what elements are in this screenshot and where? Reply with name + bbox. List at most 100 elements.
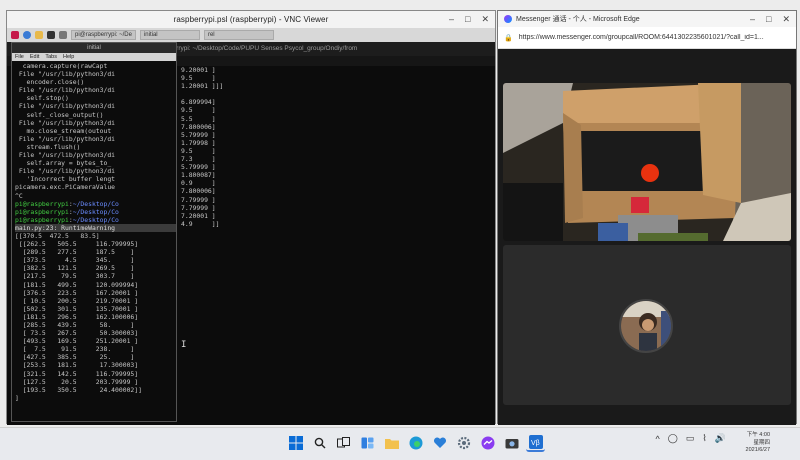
widgets-icon[interactable]	[358, 433, 377, 452]
terminal-line: [217.5 79.5 303.7 ]	[15, 272, 135, 281]
app-icon[interactable]	[59, 31, 67, 39]
terminal-line: File "/usr/lib/python3/di	[15, 167, 116, 176]
terminal-line: 9.5 ]	[181, 146, 216, 155]
health-app-icon[interactable]	[430, 433, 449, 452]
menu-edit[interactable]: Edit	[30, 53, 39, 61]
messenger-call-window[interactable]: Messenger 通话 - 个人 - Microsoft Edge – □ ✕…	[497, 10, 797, 440]
pi-top-panel: pi@raspberrypi: ~/De initial rel	[7, 28, 495, 42]
camera-app-icon[interactable]	[502, 433, 521, 452]
tray-overflow-icon[interactable]: ^	[656, 434, 660, 444]
terminal-line: 5.79999 ]	[181, 163, 216, 172]
edge-browser-icon[interactable]	[406, 433, 425, 452]
clock-date: 2021/6/27	[745, 447, 770, 453]
terminal-icon[interactable]	[47, 31, 55, 39]
terminal-line: File "/usr/lib/python3/di	[15, 102, 116, 111]
terminal-line: 1.79998 ]	[181, 138, 216, 147]
terminal-line: 7.3 ]	[181, 155, 216, 164]
taskbar: Vβ ^ ◯ ▭ ⌇ 🔊 下午 4:00 星期四 2021/6/27	[0, 427, 800, 460]
menu-file[interactable]: File	[15, 53, 24, 61]
tray-app-icon[interactable]: ◯	[668, 433, 678, 444]
pi-desktop: pi@raspberrypi: ~/Desktop/Code/PUPU Sens…	[7, 42, 495, 425]
back-terminal-output: 9.20001 ] 9.5 ] 1.20001 ]]] 6.899994] 9.5 ]…	[181, 66, 223, 228]
terminal-line: [321.5 142.5 116.799995]	[15, 369, 139, 378]
terminal-line: [ 7.5 91.5 238. ]	[15, 345, 135, 354]
terminal-line: [193.5 350.5 24.400002]]	[15, 385, 142, 394]
terminal-line: File "/usr/lib/python3/di	[15, 118, 116, 127]
messenger-logo-icon	[504, 15, 512, 23]
clock[interactable]: 下午 4:00 星期四 2021/6/27	[746, 432, 770, 455]
minimize-icon[interactable]: –	[750, 14, 755, 25]
terminal-line: [ 73.5 267.5 50.300003]	[15, 329, 139, 338]
task-view-icon[interactable]	[334, 433, 353, 452]
terminal-line: main.py:23: RuntimeWarning	[15, 223, 176, 232]
terminal-line: [285.5 439.5 58. ]	[15, 321, 135, 329]
panel-task-rel[interactable]: rel	[203, 30, 274, 40]
terminal-line: ^C	[15, 191, 23, 200]
menu-tabs[interactable]: Tabs	[45, 53, 57, 61]
clock-day: 星期四	[753, 439, 770, 446]
terminal-line: 7.800006]	[181, 122, 216, 131]
self-video-tile	[503, 245, 791, 405]
search-icon[interactable]	[310, 433, 329, 452]
terminal-line: 4.9 ]]	[181, 219, 220, 228]
raspberry-menu-icon[interactable]	[11, 31, 19, 39]
url-text[interactable]: https://www.messenger.com/groupcall/ROOM…	[519, 34, 790, 41]
terminal-line: camera.capture(rawCapt	[15, 62, 108, 70]
maximize-icon[interactable]: □	[766, 14, 771, 25]
terminal-line: [289.5 277.5 187.5 ]	[15, 248, 135, 257]
main-terminal-window[interactable]: initial File Edit Tabs Help camera.captu…	[11, 42, 177, 422]
messenger-taskbar-icon[interactable]	[478, 433, 497, 452]
terminal-line: File "/usr/lib/python3/di	[15, 70, 116, 79]
terminal-line: [493.5 169.5 251.20001 ]	[15, 337, 139, 346]
remote-video-image	[503, 83, 791, 241]
windows-start-icon[interactable]	[286, 433, 305, 452]
messenger-titlebar[interactable]: Messenger 通话 - 个人 - Microsoft Edge – □ ✕	[498, 11, 796, 27]
red-ball	[641, 164, 659, 182]
vnc-viewer-window[interactable]: raspberrypi.psl (raspberrypi) - VNC View…	[6, 10, 496, 425]
volume-icon[interactable]: 🔊	[715, 433, 726, 444]
terminal-line: [502.5 301.5 135.70001 ]	[15, 304, 139, 313]
terminal-line: [[262.5 505.5 116.799995]	[15, 240, 139, 249]
file-explorer-icon[interactable]	[382, 433, 401, 452]
main-terminal-title[interactable]: initial	[12, 43, 176, 53]
terminal-line: mo.close_stream(outout	[15, 126, 112, 135]
terminal-line: 7.20001 ]	[181, 211, 216, 220]
terminal-line: self.stop()	[15, 94, 69, 103]
terminal-line: encoder.close()	[15, 78, 85, 87]
close-icon[interactable]: ✕	[481, 14, 489, 25]
text-cursor: I	[181, 340, 187, 350]
address-bar[interactable]: 🔒 https://www.messenger.com/groupcall/RO…	[498, 27, 796, 49]
terminal-line: 9.20001 ]	[181, 66, 216, 74]
terminal-line: [376.5 223.5 167.20001 ]	[15, 288, 139, 297]
settings-gear-icon[interactable]	[454, 433, 473, 452]
desktop: raspberrypi.psl (raspberrypi) - VNC View…	[0, 0, 800, 460]
panel-task-initial[interactable]: initial	[139, 30, 200, 40]
terminal-line: [181.5 296.5 162.100006]	[15, 312, 139, 321]
terminal-line: File "/usr/lib/python3/di	[15, 151, 116, 160]
menu-help[interactable]: Help	[63, 53, 74, 61]
terminal-line: 9.5 ]	[181, 74, 216, 83]
vnc-titlebar[interactable]: raspberrypi.psl (raspberrypi) - VNC View…	[7, 11, 495, 28]
terminal-line: [ 10.5 200.5 219.70001 ]	[15, 296, 139, 305]
terminal-line: 7.800006]	[181, 187, 216, 196]
terminal-line: 5.5 ]	[181, 114, 216, 123]
wifi-icon[interactable]: ⌇	[702, 433, 706, 444]
vnc-title: raspberrypi.psl (raspberrypi) - VNC View…	[173, 15, 329, 24]
terminal-line: [253.5 181.5 17.300003]	[15, 361, 139, 370]
terminal-line: [373.5 4.5 345. ]	[15, 256, 135, 265]
minimize-icon[interactable]: –	[449, 14, 454, 25]
browser-icon[interactable]	[23, 31, 31, 39]
main-terminal-menu: File Edit Tabs Help	[12, 53, 176, 61]
maximize-icon[interactable]: □	[465, 14, 470, 25]
vnc-viewer-taskbar-icon[interactable]: Vβ	[526, 433, 545, 452]
terminal-line: pi@raspberrypi:~/Desktop/Co	[15, 215, 119, 224]
lock-icon: 🔒	[504, 34, 513, 42]
close-icon[interactable]: ✕	[782, 14, 790, 25]
tray-display-icon[interactable]: ▭	[686, 433, 695, 444]
terminal-line: [427.5 385.5 25. ]	[15, 353, 135, 362]
folder-icon[interactable]	[35, 31, 43, 39]
panel-task-terminal[interactable]: pi@raspberrypi: ~/De	[71, 30, 136, 40]
terminal-line: 'Incorrect buffer lengt	[15, 175, 116, 184]
svg-text:Vβ: Vβ	[531, 440, 540, 447]
